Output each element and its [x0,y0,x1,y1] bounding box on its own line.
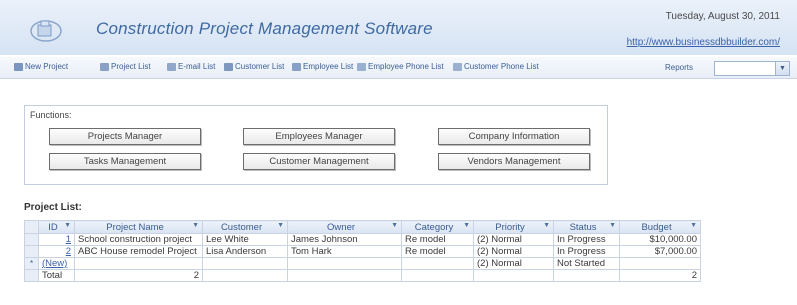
priority-cell[interactable]: (2) Normal [473,233,554,246]
customer-cell[interactable]: Lisa Anderson [202,245,288,258]
customer-phone-list-button[interactable]: Customer Phone List [453,62,539,71]
project-list-label: Project List: [24,202,82,213]
column-header-status[interactable]: Status ▼ [553,220,620,234]
chevron-down-icon[interactable]: ▼ [690,222,697,229]
column-header-owner[interactable]: Owner ▼ [287,220,402,234]
priority-cell[interactable]: (2) Normal [473,245,554,258]
new-document-icon [14,62,23,71]
chevron-down-icon[interactable]: ▼ [609,222,616,229]
table-row[interactable]: 1 School construction project Lee White … [24,233,701,246]
email-icon [167,62,176,71]
column-header-id[interactable]: ID ▼ [38,220,75,234]
toolbar: New Project Project List E-mail List Cus… [0,57,797,79]
status-cell[interactable]: In Progress [553,233,620,246]
employee-phone-list-button[interactable]: Employee Phone List [357,62,444,71]
column-header-budget[interactable]: Budget ▼ [619,220,701,234]
logo-icon [30,20,62,42]
total-count: 2 [74,269,203,282]
new-record-marker: * [24,257,39,270]
email-list-button[interactable]: E-mail List [167,62,215,71]
priority-cell[interactable]: (2) Normal [473,257,554,270]
project-id-link[interactable]: 1 [38,233,75,246]
company-information-button[interactable]: Company Information [438,128,590,145]
owner-cell[interactable]: James Johnson [287,233,402,246]
customer-cell[interactable] [202,257,288,270]
reports-dropdown[interactable]: ▼ [714,61,790,76]
row-selector[interactable] [24,245,39,258]
project-list-button[interactable]: Project List [100,62,151,71]
project-name-cell[interactable]: School construction project [74,233,203,246]
chevron-down-icon[interactable]: ▼ [277,222,284,229]
category-cell[interactable]: Re model [401,233,474,246]
total-row: Total 2 2 [24,269,701,282]
reports-label: Reports [665,63,694,72]
customer-list-button[interactable]: Customer List [224,62,284,71]
new-record-id[interactable]: (New) [38,257,75,270]
customer-cell[interactable]: Lee White [202,233,288,246]
row-selector[interactable] [24,233,39,246]
employees-manager-button[interactable]: Employees Manager [243,128,395,145]
total-label: Total [38,269,75,282]
projects-manager-button[interactable]: Projects Manager [49,128,201,145]
vendors-management-button[interactable]: Vendors Management [438,153,590,170]
functions-label: Functions: [30,110,72,120]
chevron-down-icon[interactable]: ▼ [64,222,71,229]
employees-icon [292,62,301,71]
table-row[interactable]: 2 ABC House remodel Project Lisa Anderso… [24,245,701,258]
total-budget: 2 [619,269,701,282]
app-header: Construction Project Management Software… [0,0,797,55]
app-title: Construction Project Management Software [96,19,433,38]
new-record-row[interactable]: * (New) (2) Normal Not Started [24,257,701,270]
employee-list-button[interactable]: Employee List [292,62,353,71]
phone-icon [357,62,366,71]
column-header-customer[interactable]: Customer ▼ [202,220,288,234]
column-header-project-name[interactable]: Project Name ▼ [74,220,203,234]
list-icon [100,62,109,71]
budget-cell[interactable]: $7,000.00 [619,245,701,258]
category-cell[interactable] [401,257,474,270]
phone-icon [453,62,462,71]
functions-panel: Functions: Projects Manager Employees Ma… [24,105,608,185]
project-name-cell[interactable] [74,257,203,270]
column-header-priority[interactable]: Priority ▼ [473,220,554,234]
project-name-cell[interactable]: ABC House remodel Project [74,245,203,258]
customers-icon [224,62,233,71]
current-date: Tuesday, August 30, 2011 [665,11,780,22]
category-cell[interactable]: Re model [401,245,474,258]
chevron-down-icon[interactable]: ▼ [192,222,199,229]
budget-cell[interactable] [619,257,701,270]
project-list-table: ID ▼ Project Name ▼ Customer ▼ Owner ▼ Categ… [24,220,701,282]
owner-cell[interactable] [287,257,402,270]
chevron-down-icon[interactable]: ▼ [463,222,470,229]
chevron-down-icon[interactable]: ▼ [543,222,550,229]
customer-management-button[interactable]: Customer Management [243,153,395,170]
select-all-cell[interactable] [24,220,39,234]
column-header-category[interactable]: Category ▼ [401,220,474,234]
status-cell[interactable]: Not Started [553,257,620,270]
budget-cell[interactable]: $10,000.00 [619,233,701,246]
chevron-down-icon[interactable]: ▼ [775,62,789,75]
tasks-management-button[interactable]: Tasks Management [49,153,201,170]
table-header-row: ID ▼ Project Name ▼ Customer ▼ Owner ▼ Categ… [24,220,701,234]
new-project-button[interactable]: New Project [14,62,68,71]
chevron-down-icon[interactable]: ▼ [391,222,398,229]
owner-cell[interactable]: Tom Hark [287,245,402,258]
website-link[interactable]: http://www.businessdbbuilder.com/ [627,37,780,48]
status-cell[interactable]: In Progress [553,245,620,258]
project-id-link[interactable]: 2 [38,245,75,258]
